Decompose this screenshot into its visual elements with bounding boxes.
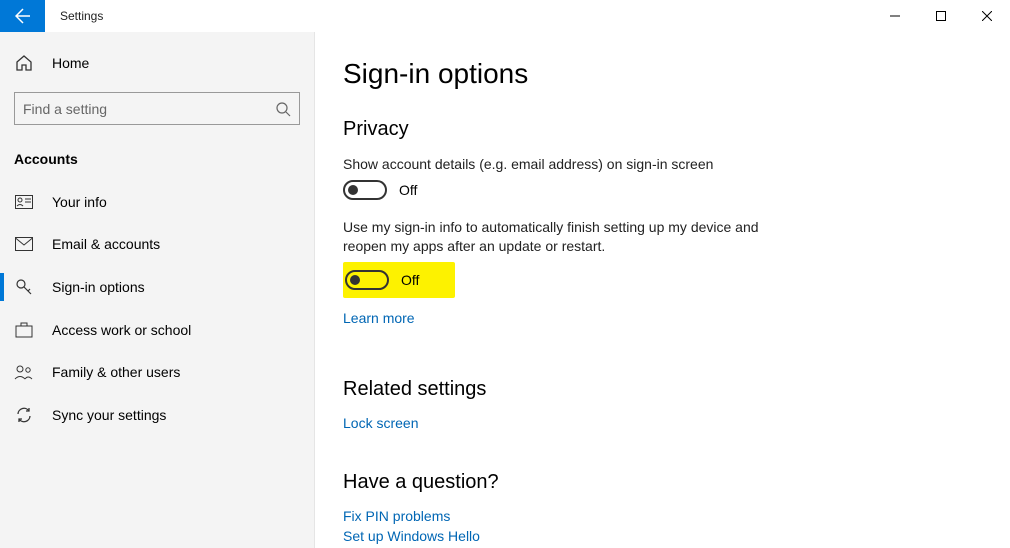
nav-list: Your info Email & accounts Sign-in optio… — [0, 181, 314, 437]
person-card-icon — [14, 195, 34, 209]
nav-label: Sync your settings — [52, 407, 166, 423]
key-icon — [14, 278, 34, 296]
main-content: Sign-in options Privacy Show account det… — [315, 32, 1010, 548]
nav-your-info[interactable]: Your info — [0, 181, 314, 223]
fix-pin-link[interactable]: Fix PIN problems — [343, 508, 1010, 524]
nav-email-accounts[interactable]: Email & accounts — [0, 223, 314, 265]
back-button[interactable] — [0, 0, 45, 32]
nav-family-users[interactable]: Family & other users — [0, 351, 314, 393]
sync-icon — [14, 406, 34, 424]
search-box[interactable] — [14, 92, 300, 125]
privacy-option1-text: Show account details (e.g. email address… — [343, 155, 783, 174]
lock-screen-link[interactable]: Lock screen — [343, 415, 1010, 431]
nav-label: Email & accounts — [52, 236, 160, 252]
people-icon — [14, 364, 34, 380]
back-arrow-icon — [15, 8, 31, 24]
maximize-button[interactable] — [918, 0, 964, 32]
privacy-option1-state: Off — [399, 182, 417, 198]
nav-label: Family & other users — [52, 364, 180, 380]
window-caption-buttons — [872, 0, 1010, 32]
privacy-heading: Privacy — [343, 118, 1010, 141]
privacy-option1-toggle[interactable] — [343, 180, 387, 200]
highlighted-toggle-row: Off — [343, 262, 455, 298]
nav-label: Access work or school — [52, 322, 191, 338]
app-title: Settings — [45, 0, 103, 32]
question-heading: Have a question? — [343, 471, 1010, 494]
search-icon — [275, 101, 291, 117]
learn-more-link[interactable]: Learn more — [343, 310, 415, 326]
page-title: Sign-in options — [343, 58, 1010, 90]
mail-icon — [14, 237, 34, 251]
home-icon — [14, 54, 34, 72]
category-header: Accounts — [0, 143, 314, 181]
maximize-icon — [936, 11, 946, 21]
minimize-icon — [890, 11, 900, 21]
minimize-button[interactable] — [872, 0, 918, 32]
privacy-option2-text: Use my sign-in info to automatically fin… — [343, 218, 783, 256]
nav-sign-in-options[interactable]: Sign-in options — [0, 265, 314, 309]
privacy-option2-state: Off — [401, 272, 419, 288]
titlebar: Settings — [0, 0, 1010, 32]
briefcase-icon — [14, 322, 34, 338]
sidebar: Home Accounts Your info Email & accounts — [0, 32, 315, 548]
related-heading: Related settings — [343, 378, 1010, 401]
close-button[interactable] — [964, 0, 1010, 32]
nav-label: Sign-in options — [52, 279, 145, 295]
privacy-option2-toggle[interactable] — [345, 270, 389, 290]
nav-label: Your info — [52, 194, 107, 210]
close-icon — [982, 11, 992, 21]
home-nav[interactable]: Home — [0, 32, 314, 82]
search-input[interactable] — [23, 101, 275, 117]
home-label: Home — [52, 55, 89, 71]
nav-access-work-school[interactable]: Access work or school — [0, 309, 314, 351]
nav-sync-settings[interactable]: Sync your settings — [0, 393, 314, 437]
windows-hello-link[interactable]: Set up Windows Hello — [343, 528, 1010, 544]
